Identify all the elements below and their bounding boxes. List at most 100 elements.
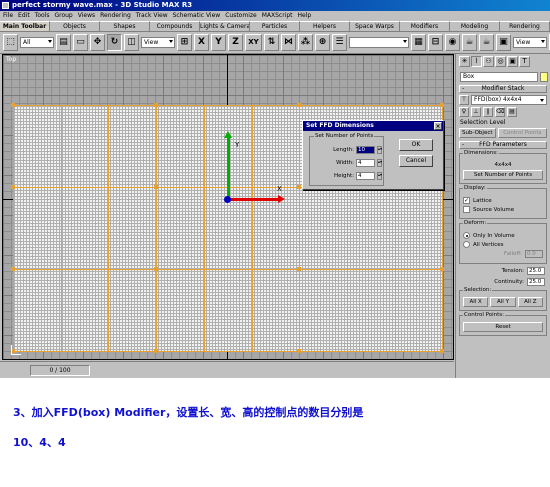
select-scale-icon[interactable]: ◫ <box>124 34 139 51</box>
width-field[interactable]: 4 <box>356 158 375 167</box>
control-points-dropdown[interactable]: Control Points <box>497 128 547 138</box>
select-move-icon[interactable]: ✥ <box>90 34 105 51</box>
menu-tools[interactable]: Tools <box>35 11 50 21</box>
set-number-of-points-button[interactable]: Set Number of Points <box>463 170 543 180</box>
all-y-button[interactable]: All Y <box>490 297 516 307</box>
display-tab-icon[interactable]: ▣ <box>507 56 518 67</box>
tab-space-warps[interactable]: Space Warps <box>350 21 400 31</box>
select-region-icon[interactable]: ▭ <box>73 34 88 51</box>
tab-particles[interactable]: Particles <box>250 21 300 31</box>
ffd-parameters-rollout[interactable]: - FFD Parameters <box>459 141 547 149</box>
height-field[interactable]: 4 <box>356 171 375 180</box>
control-point[interactable] <box>297 349 301 353</box>
array-icon[interactable]: ⁂ <box>298 34 313 51</box>
only-in-volume-radio[interactable] <box>463 232 470 239</box>
control-point[interactable] <box>11 185 15 189</box>
menu-file[interactable]: File <box>3 11 13 21</box>
viewport-top[interactable]: Y X Top <box>2 54 454 360</box>
menu-schematic-view[interactable]: Schematic View <box>173 11 221 21</box>
control-point[interactable] <box>154 349 158 353</box>
object-color-swatch[interactable] <box>540 72 548 82</box>
modifier-stack-rollout[interactable]: - Modifier Stack <box>459 85 547 93</box>
control-point[interactable] <box>11 267 15 271</box>
modifier-stack-dropdown[interactable]: FFD(box) 4x4x4 <box>471 95 547 105</box>
tab-lights-cameras[interactable]: Lights & Cameras <box>200 21 250 31</box>
all-vertices-radio[interactable] <box>463 241 470 248</box>
schematic-view-icon[interactable]: ⊟ <box>428 34 443 51</box>
align-icon[interactable]: ⊕ <box>315 34 330 51</box>
restrict-z-button[interactable]: Z <box>228 34 243 51</box>
menu-edit[interactable]: Edit <box>18 11 30 21</box>
remove-modifier-icon[interactable]: ⌫ <box>495 107 505 117</box>
menu-maxscript[interactable]: MAXScript <box>262 11 293 21</box>
active-inactive-icon[interactable]: ♀ <box>459 107 469 117</box>
menu-help[interactable]: Help <box>298 11 312 21</box>
height-spinner[interactable]: ▴▾ <box>377 171 382 180</box>
frame-counter[interactable]: 0 / 100 <box>30 365 90 376</box>
control-point[interactable] <box>297 103 301 107</box>
reset-button[interactable]: Reset <box>463 322 543 332</box>
control-point[interactable] <box>440 267 444 271</box>
selection-filter-dropdown[interactable]: All <box>20 37 54 48</box>
tab-compounds[interactable]: Compounds <box>150 21 200 31</box>
tab-modeling[interactable]: Modeling <box>450 21 500 31</box>
control-point[interactable] <box>154 103 158 107</box>
select-object-icon[interactable]: ⬚ <box>3 34 18 51</box>
control-point[interactable] <box>297 267 301 271</box>
quick-render-icon[interactable]: ☕ <box>479 34 494 51</box>
ok-button[interactable]: OK <box>399 139 433 151</box>
control-point[interactable] <box>440 103 444 107</box>
restrict-y-button[interactable]: Y <box>211 34 226 51</box>
material-editor-icon[interactable]: ◉ <box>445 34 460 51</box>
continuity-field[interactable]: 25.0 <box>527 278 545 286</box>
tab-modifiers[interactable]: Modifiers <box>400 21 450 31</box>
tab-main-toolbar[interactable]: Main Toolbar <box>0 21 50 31</box>
tab-objects[interactable]: Objects <box>50 21 100 31</box>
gizmo-y-axis[interactable] <box>224 131 232 199</box>
viewport-label[interactable]: Top <box>6 56 16 63</box>
select-rotate-icon[interactable]: ↻ <box>107 34 122 51</box>
menu-track-view[interactable]: Track View <box>136 11 168 21</box>
render-type-icon[interactable]: ▣ <box>496 34 511 51</box>
cancel-button[interactable]: Cancel <box>399 155 433 167</box>
edit-stack-icon[interactable]: ▤ <box>507 107 517 117</box>
gizmo-origin[interactable] <box>224 196 231 203</box>
sub-object-button[interactable]: Sub-Object <box>459 128 496 138</box>
motion-tab-icon[interactable]: ◎ <box>495 56 506 67</box>
utilities-tab-icon[interactable]: T <box>519 56 530 67</box>
width-spinner[interactable]: ▴▾ <box>377 158 382 167</box>
close-icon[interactable]: × <box>434 122 442 130</box>
named-selection-icon[interactable]: ☰ <box>332 34 347 51</box>
gizmo-x-axis[interactable] <box>229 195 285 203</box>
length-field[interactable]: 10 <box>356 145 375 154</box>
show-end-result-icon[interactable]: ⊥ <box>471 107 481 117</box>
inverse-kinematics-icon[interactable]: ⇅ <box>264 34 279 51</box>
mirror-icon[interactable]: ⋈ <box>281 34 296 51</box>
control-point[interactable] <box>440 349 444 353</box>
control-point[interactable] <box>154 267 158 271</box>
render-view-dropdown[interactable]: View <box>513 37 547 48</box>
control-point[interactable] <box>11 103 15 107</box>
falloff-field[interactable]: 0.0 <box>525 250 543 258</box>
ref-coord-dropdown[interactable]: View <box>141 37 175 48</box>
object-name-field[interactable]: Box <box>460 72 538 82</box>
restrict-x-button[interactable]: X <box>194 34 209 51</box>
control-point[interactable] <box>297 185 301 189</box>
lattice-checkbox[interactable]: ✓ <box>463 197 470 204</box>
menu-group[interactable]: Group <box>54 11 72 21</box>
menu-rendering[interactable]: Rendering <box>100 11 131 21</box>
tab-helpers[interactable]: Helpers <box>300 21 350 31</box>
create-tab-icon[interactable]: ✳ <box>459 56 470 67</box>
all-z-button[interactable]: All Z <box>517 297 543 307</box>
length-spinner[interactable]: ▴▾ <box>377 145 382 154</box>
make-unique-icon[interactable]: ∥ <box>483 107 493 117</box>
track-view-icon[interactable]: ▦ <box>411 34 426 51</box>
tab-rendering[interactable]: Rendering <box>500 21 550 31</box>
menu-customize[interactable]: Customize <box>225 11 257 21</box>
select-by-name-icon[interactable]: ▤ <box>56 34 71 51</box>
all-x-button[interactable]: All X <box>463 297 489 307</box>
named-selection-dropdown[interactable] <box>349 37 409 48</box>
tension-field[interactable]: 25.0 <box>527 267 545 275</box>
pin-stack-icon[interactable]: ⊤ <box>459 95 469 105</box>
pivot-center-icon[interactable]: ⊞ <box>177 34 192 51</box>
